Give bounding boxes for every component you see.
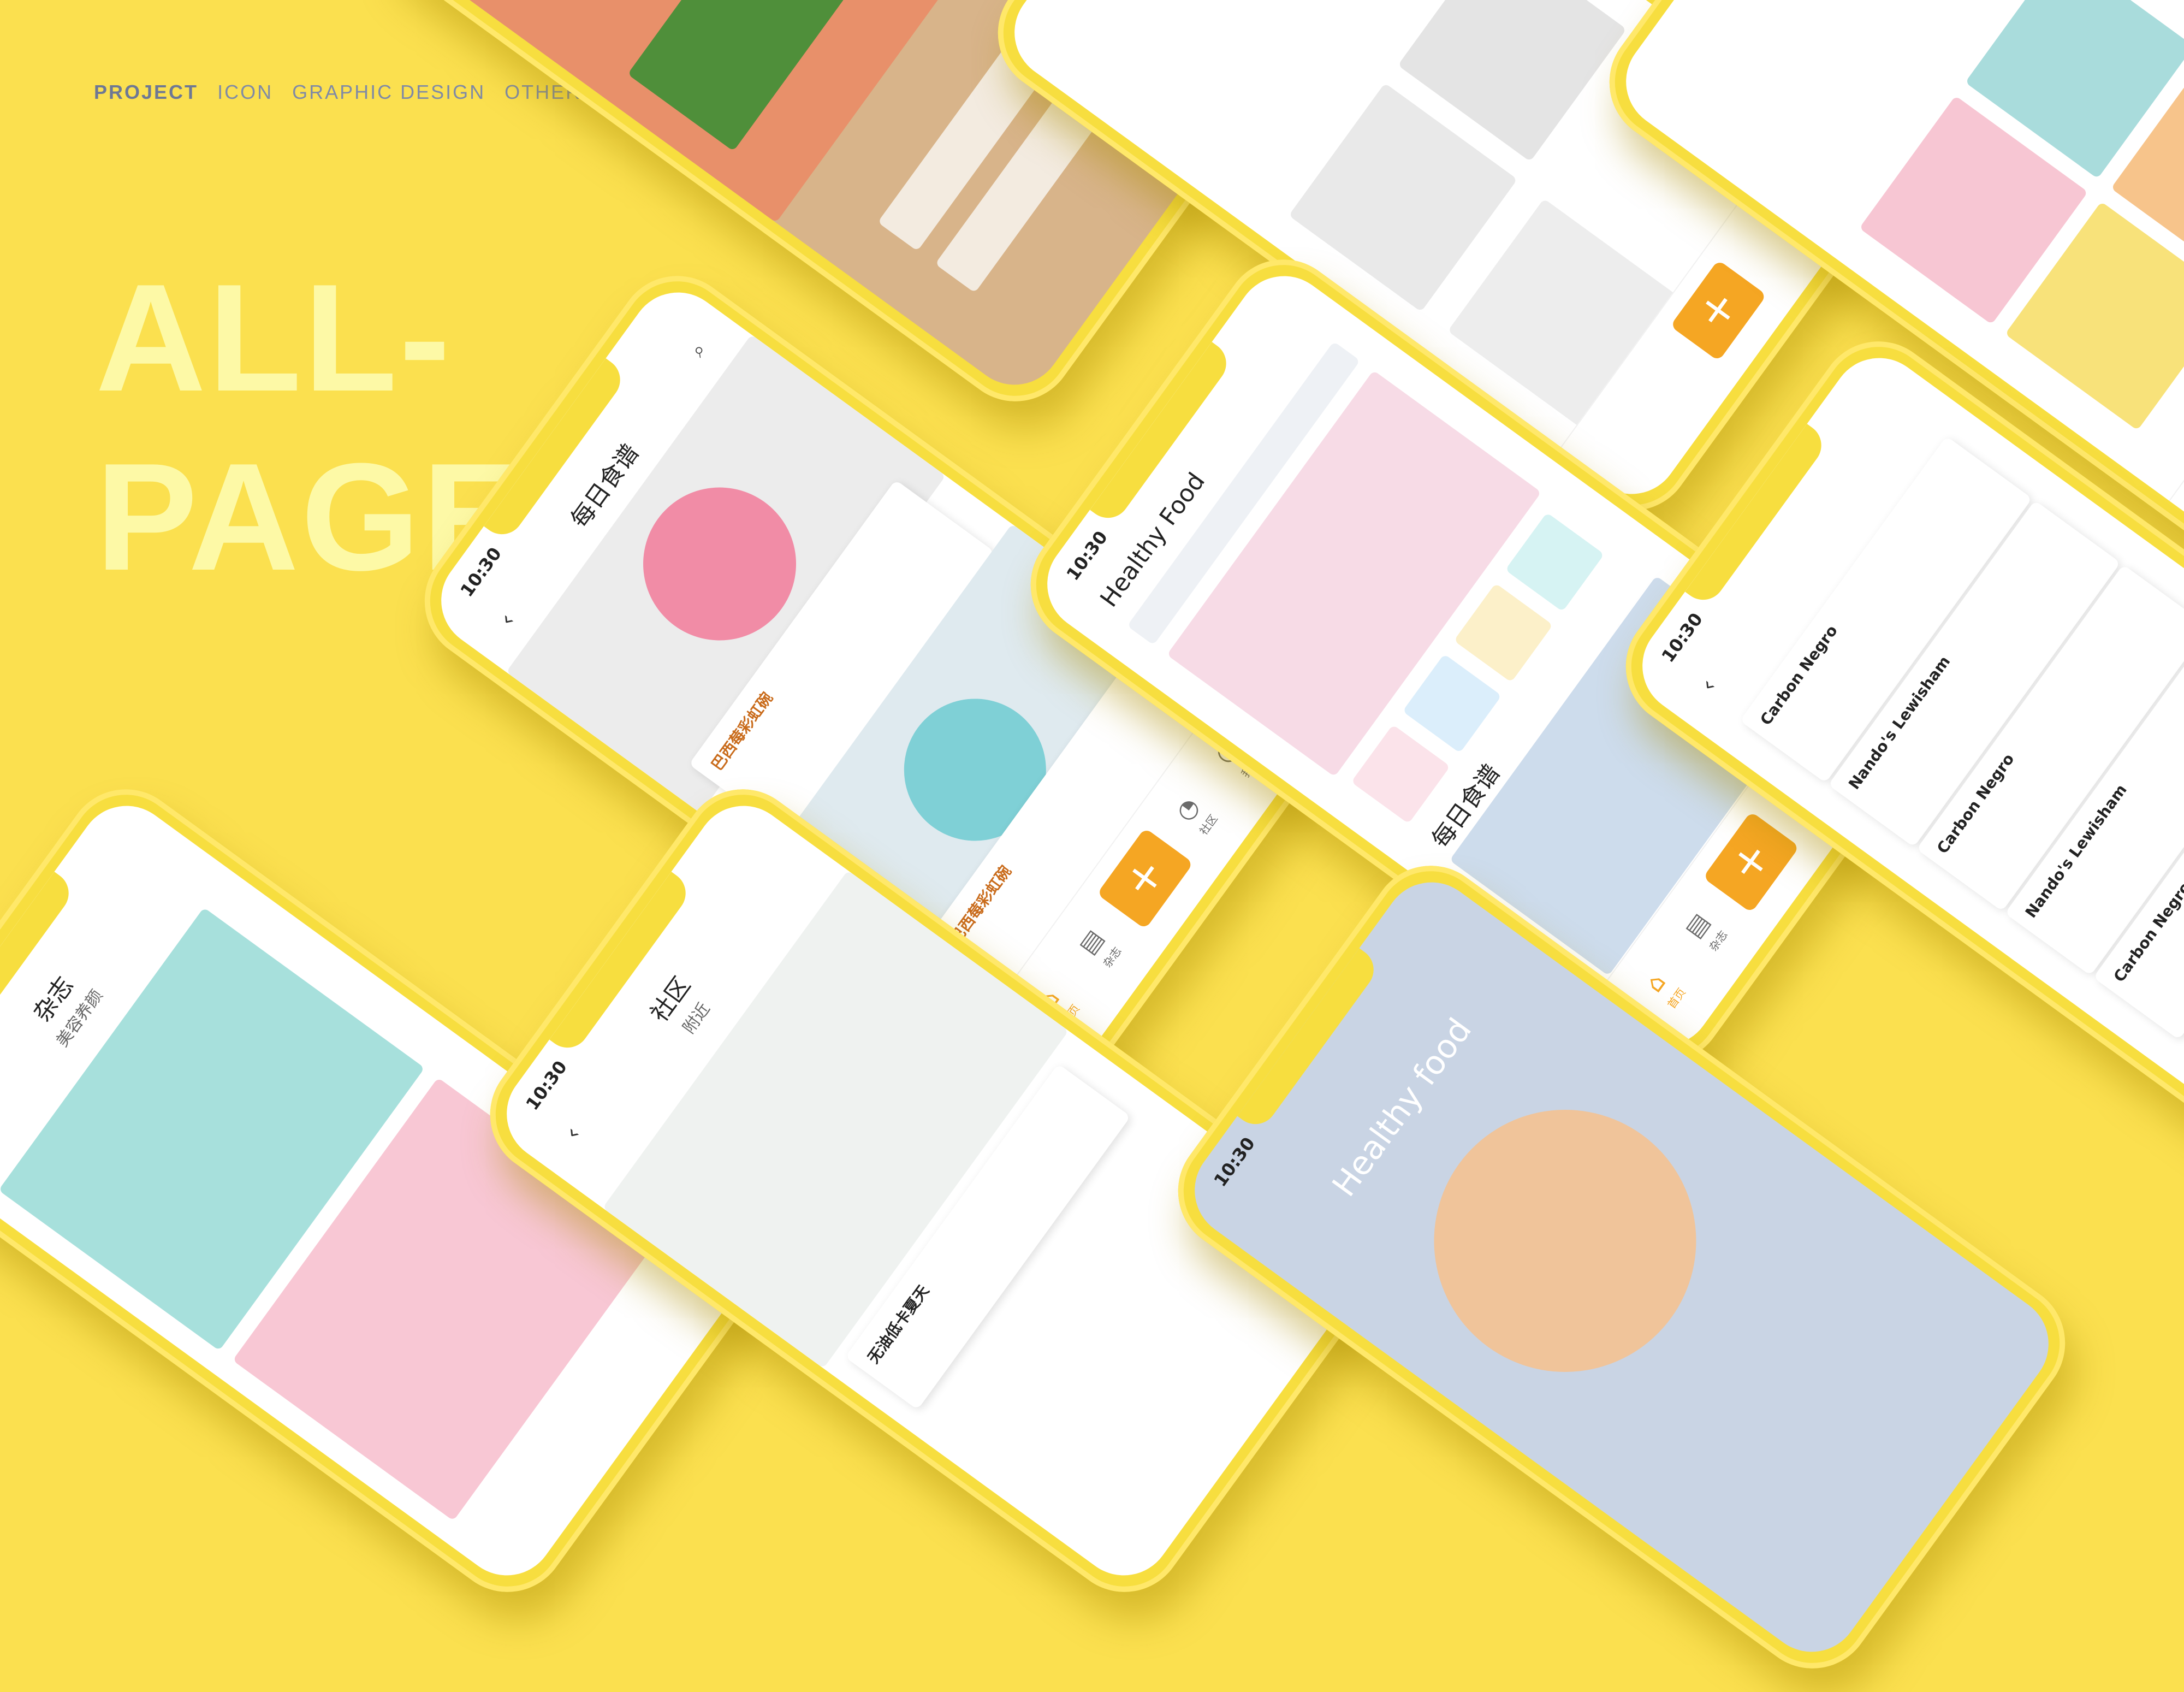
status-time: 10:30 [456, 543, 506, 601]
status-time: 10:30 [1062, 527, 1112, 584]
category-teal[interactable] [1505, 512, 1605, 612]
notch [1237, 948, 1382, 1133]
status-time: 10:30 [1209, 1133, 1260, 1191]
notch [1685, 424, 1830, 609]
category-pink[interactable] [1351, 724, 1451, 824]
add-button[interactable]: + [1670, 259, 1767, 362]
back-arrow-icon[interactable]: ‹ [1694, 673, 1722, 696]
top-nav: PROJECT ICON GRAPHIC DESIGN OTHERS [94, 81, 608, 104]
hero-line-1: ALL- [96, 253, 453, 423]
nav-graphic-design[interactable]: GRAPHIC DESIGN [292, 81, 485, 103]
category-blue[interactable] [1402, 654, 1502, 753]
status-time: 10:30 [1657, 609, 1707, 666]
nav-project[interactable]: PROJECT [94, 81, 198, 103]
category-yellow[interactable] [1453, 583, 1553, 683]
nav-icon[interactable]: ICON [217, 81, 273, 103]
status-time: 10:30 [521, 1057, 572, 1114]
bagel-photo [1382, 1057, 1748, 1424]
